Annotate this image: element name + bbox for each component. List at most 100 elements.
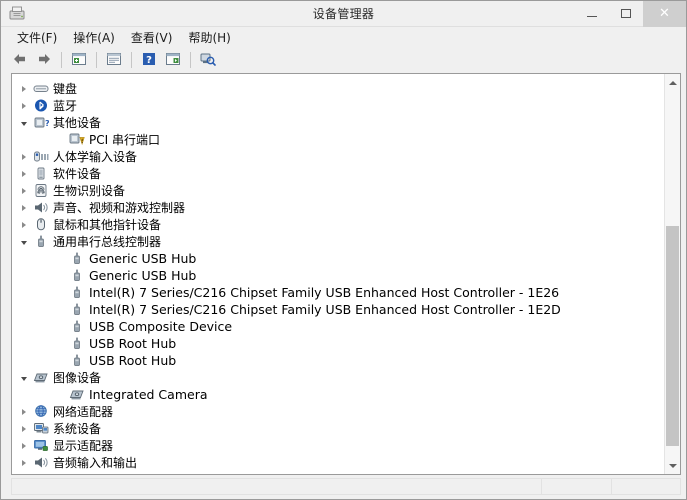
tree-item[interactable]: 声音、视频和游戏控制器 <box>12 199 664 216</box>
tree-item[interactable]: 通用串行总线控制器 <box>12 233 664 250</box>
tree-item[interactable]: 音频输入和输出 <box>12 454 664 471</box>
tree-item[interactable]: PCI 串行端口 <box>12 131 664 148</box>
properties-button[interactable] <box>68 50 90 70</box>
expand-arrow-icon[interactable] <box>16 454 32 471</box>
menu-help[interactable]: 帮助(H) <box>180 27 238 48</box>
expand-arrow-icon[interactable] <box>16 216 32 233</box>
tree-item[interactable]: 蓝牙 <box>12 97 664 114</box>
usb-icon <box>68 267 86 284</box>
menu-bar: 文件(F) 操作(A) 查看(V) 帮助(H) <box>1 27 686 49</box>
tree-item-label: USB Composite Device <box>89 319 233 334</box>
device-tree[interactable]: 键盘蓝牙? 其他设备 PCI 串行端口人体学输入设备软件设备生物识别设备声音、视频和… <box>12 74 664 474</box>
back-button[interactable] <box>9 50 31 70</box>
help-button[interactable]: ? <box>138 50 160 70</box>
scrollbar-track[interactable] <box>665 91 680 457</box>
tree-item-label: 通用串行总线控制器 <box>53 235 162 249</box>
toolbar-separator <box>131 52 132 68</box>
tree-item-label: Generic USB Hub <box>89 268 197 283</box>
scroll-down-button[interactable] <box>665 457 680 474</box>
tree-item[interactable]: 鼠标和其他指针设备 <box>12 216 664 233</box>
warning-device-icon <box>68 131 86 148</box>
tree-item[interactable]: 软件设备 <box>12 165 664 182</box>
update-driver-button[interactable] <box>103 50 125 70</box>
sound-icon <box>32 199 50 216</box>
tree-item[interactable]: USB Composite Device <box>12 318 664 335</box>
tree-item[interactable]: USB Root Hub <box>12 352 664 369</box>
toolbar: ? <box>1 49 686 71</box>
tree-item-label: Intel(R) 7 Series/C216 Chipset Family US… <box>89 285 560 300</box>
tree-item[interactable]: Generic USB Hub <box>12 267 664 284</box>
tree-item[interactable]: 图像设备 <box>12 369 664 386</box>
scrollbar-thumb[interactable] <box>666 226 679 446</box>
collapse-arrow-icon[interactable] <box>16 233 32 250</box>
other-devices-icon: ? <box>32 114 50 131</box>
usb-icon <box>68 250 86 267</box>
scroll-up-arrow-icon <box>668 80 677 85</box>
tree-item[interactable]: Intel(R) 7 Series/C216 Chipset Family US… <box>12 284 664 301</box>
imaging-icon <box>68 386 86 403</box>
collapse-arrow-icon[interactable] <box>16 114 32 131</box>
scan-hardware-button[interactable] <box>197 50 219 70</box>
usb-icon <box>68 284 86 301</box>
scroll-up-button[interactable] <box>665 74 680 91</box>
minimize-button[interactable] <box>575 1 609 27</box>
tree-item[interactable]: ? 其他设备 <box>12 114 664 131</box>
expand-arrow-icon[interactable] <box>16 182 32 199</box>
collapse-arrow-icon[interactable] <box>16 369 32 386</box>
toolbar-separator <box>190 52 191 68</box>
vertical-scrollbar[interactable] <box>664 74 680 474</box>
tree-item-label: 生物识别设备 <box>53 184 126 198</box>
expand-arrow-icon[interactable] <box>16 420 32 437</box>
forward-button[interactable] <box>33 50 55 70</box>
biometric-icon <box>32 182 50 199</box>
expand-arrow-icon[interactable] <box>16 97 32 114</box>
expand-arrow-icon[interactable] <box>16 165 32 182</box>
tree-item[interactable]: 人体学输入设备 <box>12 148 664 165</box>
tree-item-label: 声音、视频和游戏控制器 <box>53 201 186 215</box>
update-driver-icon <box>106 51 122 70</box>
imaging-icon <box>32 369 50 386</box>
expand-arrow-icon[interactable] <box>16 80 32 97</box>
tree-item[interactable]: 系统设备 <box>12 420 664 437</box>
show-hidden-devices-button[interactable] <box>162 50 184 70</box>
maximize-button[interactable] <box>609 1 643 27</box>
close-button[interactable]: ✕ <box>643 0 686 27</box>
tree-item[interactable]: USB Root Hub <box>12 335 664 352</box>
tree-item-label: USB Root Hub <box>89 336 177 351</box>
expand-arrow-icon[interactable] <box>16 148 32 165</box>
properties-icon <box>71 51 87 70</box>
tree-item[interactable]: 生物识别设备 <box>12 182 664 199</box>
tree-item-label: 音频输入和输出 <box>53 456 138 470</box>
tree-item-label: Integrated Camera <box>89 387 208 402</box>
show-hidden-icon <box>165 51 181 70</box>
tree-item[interactable]: Intel(R) 7 Series/C216 Chipset Family US… <box>12 301 664 318</box>
menu-action[interactable]: 操作(A) <box>65 27 123 48</box>
tree-item-label: Intel(R) 7 Series/C216 Chipset Family US… <box>89 302 561 317</box>
tree-item-label: 蓝牙 <box>53 99 78 113</box>
mouse-icon <box>32 216 50 233</box>
tree-item-label: 网络适配器 <box>53 405 114 419</box>
system-device-icon <box>32 420 50 437</box>
help-icon: ? <box>141 51 157 70</box>
menu-view[interactable]: 查看(V) <box>123 27 181 48</box>
tree-item[interactable]: Integrated Camera <box>12 386 664 403</box>
expand-arrow-icon[interactable] <box>16 437 32 454</box>
toolbar-separator <box>61 52 62 68</box>
tree-item-label: 其他设备 <box>53 116 102 130</box>
expand-arrow-icon[interactable] <box>16 403 32 420</box>
toolbar-separator <box>96 52 97 68</box>
menu-file[interactable]: 文件(F) <box>9 27 65 48</box>
tree-item-label: 图像设备 <box>53 371 102 385</box>
hid-icon <box>32 148 50 165</box>
network-icon <box>32 403 50 420</box>
expand-arrow-icon[interactable] <box>16 199 32 216</box>
forward-arrow-icon <box>36 51 52 70</box>
usb-icon <box>68 301 86 318</box>
display-icon <box>32 437 50 454</box>
tree-item[interactable]: 键盘 <box>12 80 664 97</box>
tree-item[interactable]: Generic USB Hub <box>12 250 664 267</box>
tree-item[interactable]: 网络适配器 <box>12 403 664 420</box>
tree-item[interactable]: 显示适配器 <box>12 437 664 454</box>
